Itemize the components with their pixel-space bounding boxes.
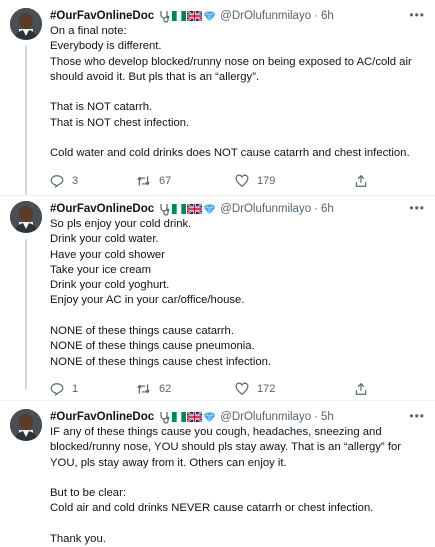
retweet-icon	[137, 176, 150, 186]
separator-dot: ·	[314, 10, 318, 22]
reply-button[interactable]: 1	[50, 380, 78, 398]
tweet-divider	[0, 400, 435, 401]
author-handle[interactable]: @DrOlufunmilayo	[220, 409, 311, 425]
nigeria-flag-icon	[172, 412, 187, 422]
uk-flag-icon	[187, 11, 203, 21]
more-options-icon[interactable]: •••	[409, 409, 425, 423]
reply-icon	[50, 174, 64, 188]
nigeria-flag-icon	[172, 204, 187, 214]
diamond-icon	[203, 10, 216, 22]
reply-icon	[50, 383, 64, 396]
tweet-header: #OurFavOnlineDoc @DrOlufunmilayo · 6h	[50, 8, 425, 24]
tweet-timestamp[interactable]: 5h	[321, 409, 334, 425]
tweet-header: #OurFavOnlineDoc @DrOlufunmilayo · 5h	[50, 409, 425, 425]
name-badges	[158, 10, 216, 23]
like-count: 172	[257, 382, 276, 395]
separator-dot: ·	[314, 411, 318, 423]
reply-count: 3	[72, 174, 79, 187]
tweet-text: IF any of these things cause you cough, …	[50, 426, 402, 546]
author-handle[interactable]: @DrOlufunmilayo	[220, 201, 311, 217]
thread-line	[25, 239, 27, 389]
stethoscope-icon	[160, 10, 170, 23]
tweet-actions: 1 62 172	[50, 380, 425, 398]
diamond-icon	[203, 411, 216, 423]
tweet-text: So pls enjoy your cold drink. Drink your…	[50, 218, 272, 368]
tweet-2[interactable]: #OurFavOnlineDoc @DrOlufunmilayo · 6h ••…	[0, 201, 435, 396]
name-badges	[158, 411, 216, 424]
tweet-3[interactable]: #OurFavOnlineDoc @DrOlufunmilayo · 5h ••…	[0, 409, 435, 547]
author-name[interactable]: #OurFavOnlineDoc	[50, 409, 154, 425]
more-options-icon[interactable]: •••	[409, 8, 425, 22]
retweet-count: 62	[159, 382, 172, 395]
tweet-1[interactable]: #OurFavOnlineDoc @DrOlufunmilayo · 6h ••…	[0, 8, 435, 196]
author-avatar[interactable]	[10, 201, 42, 233]
retweet-button[interactable]: 67	[136, 172, 171, 190]
heart-icon	[235, 174, 249, 187]
share-button[interactable]	[354, 172, 368, 190]
tweet-timestamp[interactable]: 6h	[321, 201, 334, 217]
tweet-timestamp[interactable]: 6h	[321, 8, 334, 24]
like-button[interactable]: 172	[235, 380, 275, 398]
nigeria-flag-icon	[172, 11, 187, 21]
reply-button[interactable]: 3	[50, 172, 78, 190]
retweet-count: 67	[159, 174, 172, 187]
thread-line	[25, 46, 27, 196]
like-button[interactable]: 179	[235, 172, 275, 190]
stethoscope-icon	[160, 411, 170, 424]
more-options-icon[interactable]: •••	[409, 201, 425, 215]
author-avatar[interactable]	[10, 8, 42, 40]
diamond-icon	[203, 203, 216, 215]
tweet-text: On a final note: Everybody is different.…	[50, 25, 412, 160]
like-count: 179	[257, 174, 276, 187]
uk-flag-icon	[187, 412, 203, 422]
separator-dot: ·	[314, 203, 318, 215]
stethoscope-icon	[160, 203, 170, 216]
author-name[interactable]: #OurFavOnlineDoc	[50, 8, 154, 24]
heart-icon	[235, 382, 249, 395]
name-badges	[158, 203, 216, 216]
tweet-actions: 3 67 179	[50, 172, 425, 190]
author-avatar[interactable]	[10, 409, 42, 441]
author-handle[interactable]: @DrOlufunmilayo	[220, 8, 311, 24]
retweet-button[interactable]: 62	[136, 380, 171, 398]
uk-flag-icon	[187, 204, 203, 214]
author-name[interactable]: #OurFavOnlineDoc	[50, 201, 154, 217]
retweet-icon	[137, 384, 150, 394]
share-icon	[355, 382, 367, 395]
reply-count: 1	[72, 382, 79, 395]
tweet-divider	[0, 195, 435, 196]
share-icon	[355, 174, 367, 187]
tweet-header: #OurFavOnlineDoc @DrOlufunmilayo · 6h	[50, 201, 425, 217]
share-button[interactable]	[354, 380, 368, 398]
